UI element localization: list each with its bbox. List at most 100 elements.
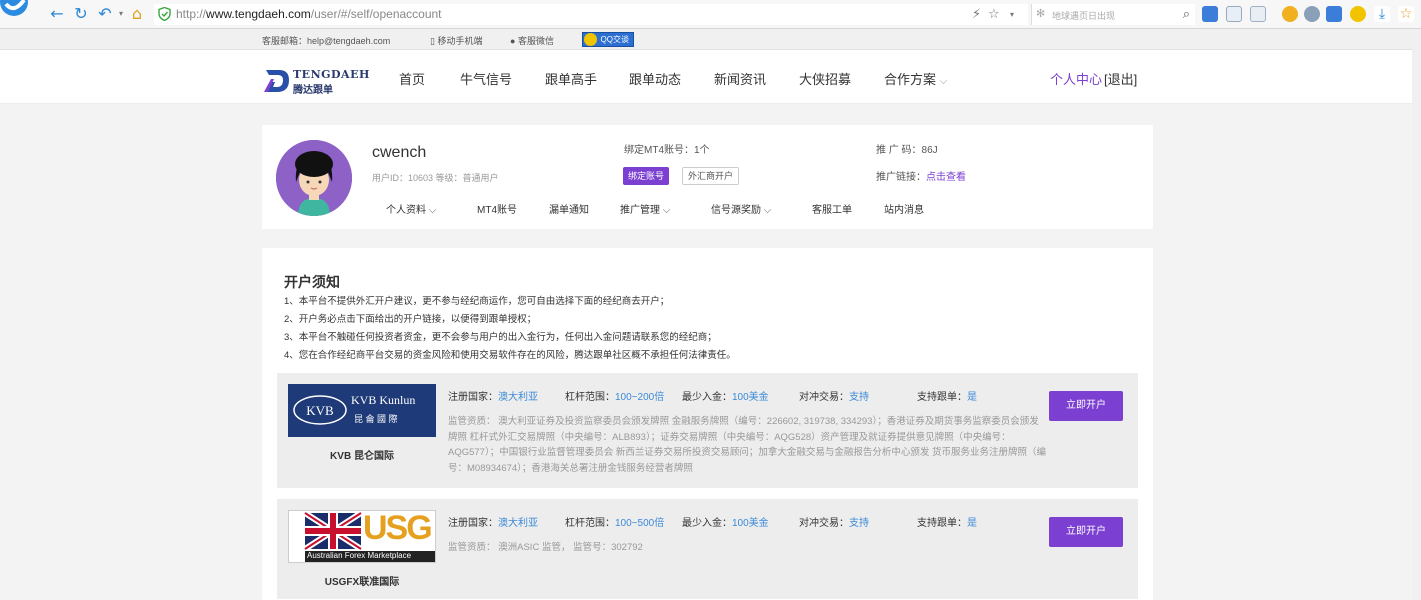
copy-value: 是 (967, 518, 977, 529)
country-label: 注册国家： (448, 518, 498, 529)
brand-name-cn: 腾达跟单 (293, 85, 333, 96)
kvb-logo-icon: KVB (293, 395, 347, 425)
regulation-text: 监管资质： 澳大利亚证券及投资监察委员会颁发牌照 金融服务牌照（编号：22660… (448, 416, 1046, 474)
username: cwench (372, 144, 427, 161)
tab-promotion[interactable]: 推广管理 ⌵ (620, 201, 670, 216)
copy-label: 支持跟单： (917, 518, 967, 529)
nav-news[interactable]: 新闻资讯 (714, 69, 766, 88)
country-value: 澳大利亚 (498, 392, 538, 403)
wechat-label: 客服微信 (517, 36, 554, 46)
account-opening-section: 开户须知 1、本平台不提供外汇开户建议，更不参与经纪商运作，您可自由选择下面的经… (262, 248, 1153, 600)
search-engine-icon: ✻ (1036, 8, 1046, 20)
profile-card: cwench 用户ID：10603 等级：普通用户 绑定MT4账号：1个 绑定账… (262, 125, 1153, 229)
back-icon[interactable]: ← (48, 5, 66, 23)
tab-signal-rewards[interactable]: 信号源奖励 ⌵ (711, 201, 771, 216)
leverage-info: 杠杆范围：100~500倍 (565, 514, 664, 529)
country-label: 注册国家： (448, 392, 498, 403)
country-info: 注册国家：澳大利亚 (448, 514, 538, 529)
extension-icon[interactable] (1202, 6, 1218, 22)
nav-partnership[interactable]: 合作方案 ⌵ (884, 69, 947, 88)
top-info-strip: 客服邮箱：help@tengdaeh.com ▯ 移动手机端 ● 客服微信 QQ… (0, 29, 1421, 50)
notice-line: 3、本平台不触碰任何投资者资金，更不会参与用户的出入金行为，任何出入金问题请联系… (284, 332, 717, 343)
promo-link-row: 推广链接：点击查看 (876, 168, 966, 183)
refresh-icon[interactable]: ↻ (72, 5, 90, 23)
home-icon[interactable]: ⌂ (128, 5, 146, 23)
favorites-star-icon[interactable]: ☆ (1398, 6, 1414, 22)
open-account-button[interactable]: 立即开户 (1049, 517, 1123, 547)
download-icon[interactable]: ⤓ (1374, 6, 1390, 22)
search-icon[interactable]: ⌕ (1183, 6, 1190, 22)
tab-mt4-account[interactable]: MT4账号 (477, 201, 517, 216)
copy-info: 支持跟单：是 (917, 388, 977, 403)
nav-masters[interactable]: 跟单高手 (545, 69, 597, 88)
qq-icon (584, 33, 597, 46)
wechat-icon: ● (510, 36, 518, 46)
nav-recruit[interactable]: 大侠招募 (799, 69, 851, 88)
chevron-down-icon: ⌵ (428, 205, 437, 216)
mt4-account-count: 绑定MT4账号：1个 (624, 145, 710, 156)
key-icon[interactable] (1282, 6, 1298, 22)
copy-info: 支持跟单：是 (917, 514, 977, 529)
broker-card-usgfx: USG Australian Forex Marketplace USGFX联准… (277, 499, 1138, 599)
open-account-button[interactable]: 立即开户 (1049, 391, 1123, 421)
url-dropdown-icon[interactable]: ▾ (1010, 10, 1014, 19)
chevron-down-icon: ⌵ (662, 205, 671, 216)
url-path: /user/#/self/openaccount (310, 7, 442, 21)
url-text: http://www.tengdaeh.com/user/#/self/open… (176, 7, 442, 21)
address-bar[interactable]: http://www.tengdaeh.com/user/#/self/open… (154, 4, 1028, 25)
svg-text:KVB: KVB (306, 403, 334, 418)
site-logo[interactable]: TENGDAEH 腾达跟单 (263, 68, 369, 96)
tab-missed-orders[interactable]: 漏单通知 (549, 201, 589, 216)
tab-personal-info[interactable]: 个人资料 ⌵ (386, 201, 436, 216)
leverage-info: 杠杆范围：100~200倍 (565, 388, 664, 403)
hedge-value: 支持 (849, 392, 869, 403)
avatar (276, 140, 352, 216)
broker-open-button[interactable]: 外汇商开户 (682, 167, 740, 185)
hedge-info: 对冲交易：支持 (799, 514, 869, 529)
promo-link-view[interactable]: 点击查看 (926, 172, 966, 183)
wechat-link[interactable]: ● 客服微信 (510, 34, 554, 47)
regulation-text: 监管资质： 澳洲ASIC 监管， 监管号：302792 (448, 542, 643, 553)
hedge-info: 对冲交易：支持 (799, 388, 869, 403)
broker-card-kvb: KVB KVB Kunlun 昆 侖 國 際 KVB 昆仑国际 注册国家：澳大利… (277, 373, 1138, 488)
notice-title: 开户须知 (284, 274, 340, 290)
scissors-icon[interactable] (1250, 6, 1266, 22)
lightning-icon[interactable]: ⚡ (972, 7, 981, 22)
kvb-logo-cn: 昆 侖 國 際 (354, 414, 398, 424)
leverage-value: 100~500倍 (615, 518, 665, 529)
cloud-icon[interactable] (1304, 6, 1320, 22)
search-box[interactable]: ✻ 地球遇页日出现 ⌕ (1031, 4, 1195, 25)
screenshot-icon[interactable] (1226, 6, 1242, 22)
promo-code: 推 广 码：86J (876, 145, 938, 156)
nav-home[interactable]: 首页 (399, 69, 425, 88)
usgfx-logo: USG Australian Forex Marketplace (288, 509, 436, 563)
star-icon[interactable]: ☆ (988, 7, 1000, 22)
logout-link[interactable]: [退出] (1104, 69, 1137, 88)
nav-signals[interactable]: 牛气信号 (460, 69, 512, 88)
kvb-logo: KVB KVB Kunlun 昆 侖 國 際 (288, 384, 436, 437)
tab-messages[interactable]: 站内消息 (884, 201, 924, 216)
url-prefix: http:// (176, 7, 207, 21)
tab-promotion-label: 推广管理 (620, 205, 660, 216)
translate-icon[interactable] (1326, 6, 1342, 22)
search-input[interactable]: 地球遇页日出现 (1052, 9, 1115, 22)
copy-value: 是 (967, 392, 977, 403)
page-scrollbar[interactable] (1412, 29, 1421, 600)
leverage-label: 杠杆范围： (565, 518, 615, 529)
nav-user-center[interactable]: 个人中心 (1050, 69, 1102, 88)
min-deposit-value: 100美金 (732, 392, 769, 403)
tab-personal-info-label: 个人资料 (386, 205, 426, 216)
browser-logo-icon (0, 0, 28, 16)
min-deposit-info: 最少入金：100美金 (682, 388, 769, 403)
tab-support-tickets[interactable]: 客服工单 (812, 201, 852, 216)
mobile-link[interactable]: ▯ 移动手机端 (430, 34, 482, 47)
qq-chat-button[interactable]: QQ交谈 (582, 32, 634, 47)
promo-link-label: 推广链接： (876, 172, 926, 183)
avatar-illustration-icon (276, 140, 352, 216)
country-info: 注册国家：澳大利亚 (448, 388, 538, 403)
bind-account-button[interactable]: 绑定账号 (623, 167, 670, 185)
min-deposit-label: 最少入金： (682, 392, 732, 403)
smiley-icon[interactable] (1350, 6, 1366, 22)
nav-activity[interactable]: 跟单动态 (629, 69, 681, 88)
mobile-label: 移动手机端 (437, 36, 483, 46)
